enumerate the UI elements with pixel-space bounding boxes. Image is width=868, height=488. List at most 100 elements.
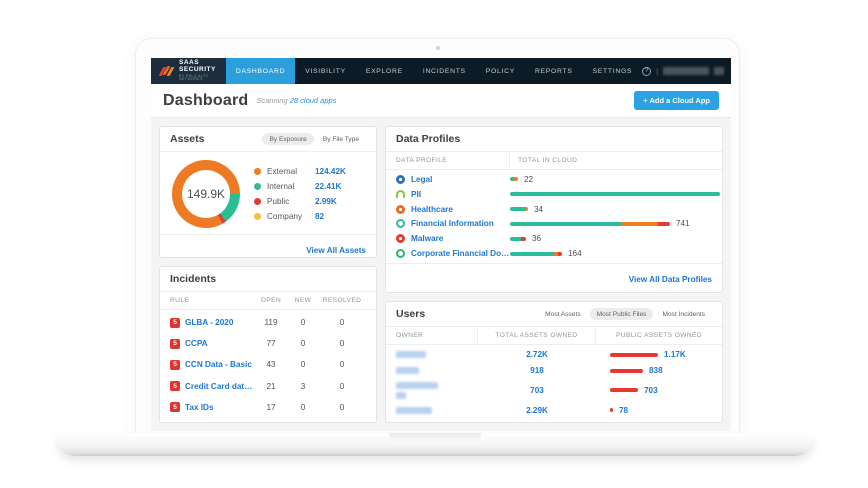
incident-rule-link[interactable]: Tax IDs bbox=[185, 403, 254, 412]
assets-title: Assets bbox=[170, 133, 204, 145]
data-profile-bar bbox=[510, 222, 670, 226]
col-total-assets-owned: TOTAL ASSETS OWNED bbox=[478, 327, 596, 344]
data-profiles-title: Data Profiles bbox=[396, 133, 460, 145]
user-public-assets-link[interactable]: 78 bbox=[619, 406, 628, 415]
incident-resolved-count: 0 bbox=[318, 318, 366, 327]
cloud-apps-link[interactable]: 28 cloud apps bbox=[290, 96, 337, 105]
col-total-in-cloud: TOTAL IN CLOUD bbox=[510, 152, 722, 169]
user-public-assets-link[interactable]: 703 bbox=[644, 386, 658, 395]
incident-open-count: 43 bbox=[254, 360, 288, 369]
incident-rule-link[interactable]: GLBA - 2020 bbox=[185, 318, 254, 327]
severity-badge: 5 bbox=[170, 360, 180, 370]
data-profile-bar bbox=[510, 237, 526, 241]
user-owner-redacted bbox=[386, 351, 478, 358]
help-icon[interactable]: ? bbox=[642, 67, 651, 76]
incidents-title: Incidents bbox=[170, 273, 216, 285]
legend-item-internal: Internal22.41K bbox=[254, 182, 366, 191]
data-profile-row: Legal 22 bbox=[386, 175, 722, 184]
incident-new-count: 0 bbox=[288, 339, 318, 348]
view-all-assets-link[interactable]: View All Assets bbox=[306, 246, 366, 255]
legend-value[interactable]: 2.99K bbox=[315, 197, 337, 206]
data-profile-total: 164 bbox=[568, 249, 582, 258]
incident-rule-link[interactable]: CCN Data - Basic bbox=[185, 360, 254, 369]
user-owner-redacted bbox=[386, 407, 478, 414]
data-profile-link[interactable]: PII bbox=[411, 190, 421, 199]
page-subtitle: Scanning 28 cloud apps bbox=[256, 96, 336, 105]
incident-new-count: 0 bbox=[288, 360, 318, 369]
data-profiles-card: Data Profiles DATA PROFILE TOTAL IN CLOU… bbox=[385, 126, 723, 293]
user-row: 2.29K 78 bbox=[386, 406, 722, 415]
data-profile-total: 34 bbox=[534, 205, 543, 214]
toggle-by-file-type[interactable]: By File Type bbox=[316, 133, 366, 145]
user-total-assets-link[interactable]: 703 bbox=[530, 386, 544, 395]
toggle-most-public-files[interactable]: Most Public Files bbox=[590, 308, 654, 320]
data-profile-row: PII bbox=[386, 190, 722, 199]
assets-donut-chart: 149.9K bbox=[172, 160, 240, 228]
laptop-notch bbox=[389, 433, 481, 442]
data-profile-total: 22 bbox=[524, 175, 533, 184]
brand-logo[interactable]: SAAS SECURITY BY PALO ALTO NETWORKS bbox=[151, 58, 226, 84]
user-public-assets-link[interactable]: 838 bbox=[649, 366, 663, 375]
users-title: Users bbox=[396, 308, 425, 320]
nav-item-visibility[interactable]: VISIBILITY bbox=[295, 58, 356, 84]
public-dot-icon bbox=[254, 198, 261, 205]
external-dot-icon bbox=[254, 168, 261, 175]
incident-resolved-count: 0 bbox=[318, 403, 366, 412]
incident-row: 5GLBA - 202011900 bbox=[170, 318, 366, 328]
data-profiles-table-body: Legal 22 PII Healthcare 34 Financial Informat… bbox=[386, 170, 722, 263]
data-profile-row: Healthcare 34 bbox=[386, 205, 722, 214]
nav-item-incidents[interactable]: INCIDENTS bbox=[413, 58, 476, 84]
data-profile-link[interactable]: Malware bbox=[411, 234, 443, 243]
incident-new-count: 0 bbox=[288, 403, 318, 412]
nav-item-policy[interactable]: POLICY bbox=[476, 58, 525, 84]
page-title: Dashboard bbox=[163, 92, 248, 110]
user-total-assets-link[interactable]: 2.72K bbox=[526, 350, 548, 359]
laptop-mockup: SAAS SECURITY BY PALO ALTO NETWORKS DASH… bbox=[0, 0, 868, 488]
incident-rule-link[interactable]: CCPA bbox=[185, 339, 254, 348]
user-total-assets-link[interactable]: 918 bbox=[530, 366, 544, 375]
company-dot-icon bbox=[254, 213, 261, 220]
incident-rule-link[interactable]: Credit Card data - CE... bbox=[185, 382, 254, 391]
data-profile-link[interactable]: Corporate Financial Docs bbox=[411, 249, 510, 258]
nav-separator: | bbox=[656, 67, 658, 76]
nav-item-settings[interactable]: SETTINGS bbox=[583, 58, 643, 84]
incident-new-count: 0 bbox=[288, 318, 318, 327]
toggle-most-incidents[interactable]: Most Incidents bbox=[655, 308, 712, 320]
user-public-assets-bar bbox=[610, 388, 638, 392]
user-total-assets-link[interactable]: 2.29K bbox=[526, 406, 548, 415]
financial-information-icon bbox=[396, 219, 405, 228]
data-profile-link[interactable]: Healthcare bbox=[411, 205, 453, 214]
dashboard-content: Assets By ExposureBy File Type 149.9K Ex… bbox=[151, 118, 731, 431]
user-owner-redacted bbox=[386, 367, 478, 374]
laptop-base bbox=[57, 433, 813, 456]
app-screen: SAAS SECURITY BY PALO ALTO NETWORKS DASH… bbox=[151, 58, 731, 431]
user-name-redacted[interactable] bbox=[663, 67, 709, 75]
toggle-most-assets[interactable]: Most Assets bbox=[538, 308, 588, 320]
data-profile-row: Malware36 bbox=[386, 234, 722, 243]
toggle-by-exposure[interactable]: By Exposure bbox=[262, 133, 313, 145]
user-menu-redacted[interactable] bbox=[714, 67, 724, 75]
healthcare-icon bbox=[396, 205, 405, 214]
nav-item-reports[interactable]: REPORTS bbox=[525, 58, 583, 84]
data-profile-link[interactable]: Financial Information bbox=[411, 219, 494, 228]
data-profile-total: 741 bbox=[676, 219, 690, 228]
legend-value[interactable]: 82 bbox=[315, 212, 324, 221]
legend-label: Public bbox=[267, 197, 315, 206]
legend-value[interactable]: 124.42K bbox=[315, 167, 346, 176]
add-cloud-app-button[interactable]: + Add a Cloud App bbox=[634, 91, 719, 110]
view-all-data-profiles-link[interactable]: View All Data Profiles bbox=[629, 275, 712, 284]
legend-item-company: Company82 bbox=[254, 212, 366, 221]
webcam-dot bbox=[436, 46, 440, 50]
page-header: Dashboard Scanning 28 cloud apps + Add a… bbox=[151, 84, 731, 118]
user-row: 703 703 bbox=[386, 382, 722, 399]
legend-value[interactable]: 22.41K bbox=[315, 182, 341, 191]
nav-item-dashboard[interactable]: DASHBOARD bbox=[226, 58, 295, 84]
top-nav: SAAS SECURITY BY PALO ALTO NETWORKS DASH… bbox=[151, 58, 731, 84]
legend-label: External bbox=[267, 167, 315, 176]
user-public-assets-link[interactable]: 1.17K bbox=[664, 350, 686, 359]
legend-label: Internal bbox=[267, 182, 315, 191]
incident-new-count: 3 bbox=[288, 382, 318, 391]
nav-item-explore[interactable]: EXPLORE bbox=[356, 58, 413, 84]
col-public-assets-owned: PUBLIC ASSETS OWNED bbox=[596, 327, 722, 344]
data-profile-link[interactable]: Legal bbox=[411, 175, 432, 184]
